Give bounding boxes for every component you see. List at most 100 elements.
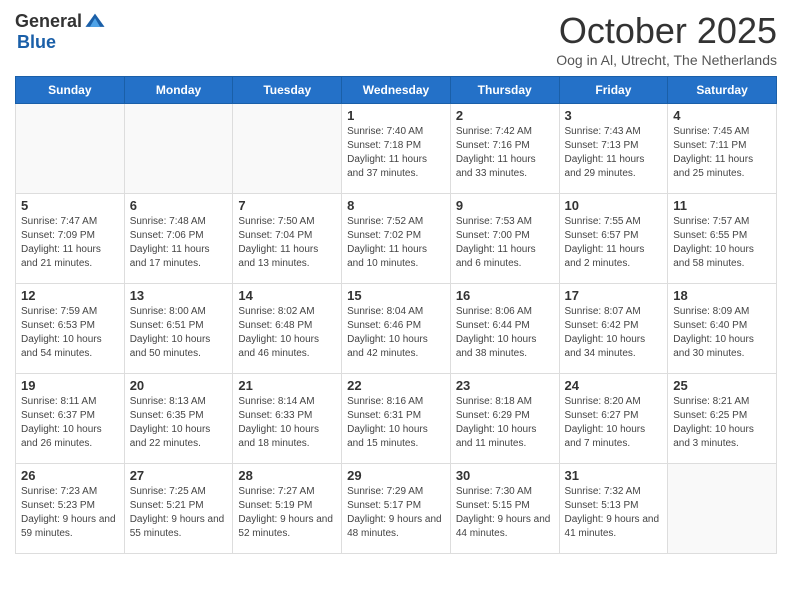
calendar-week-1: 1 Sunrise: 7:40 AM Sunset: 7:18 PM Daylig… (16, 104, 777, 194)
calendar-cell: 18 Sunrise: 8:09 AM Sunset: 6:40 PM Dayli… (668, 284, 777, 374)
calendar-cell: 13 Sunrise: 8:00 AM Sunset: 6:51 PM Dayli… (124, 284, 233, 374)
day-info: Sunrise: 7:48 AM Sunset: 7:06 PM Dayligh… (130, 215, 228, 271)
day-number: 13 (130, 288, 228, 303)
day-info: Sunrise: 7:50 AM Sunset: 7:04 PM Dayligh… (238, 215, 336, 271)
calendar-cell (124, 104, 233, 194)
day-info: Sunrise: 7:32 AM Sunset: 5:13 PM Dayligh… (565, 485, 663, 541)
day-number: 29 (347, 468, 445, 483)
day-info: Sunrise: 8:07 AM Sunset: 6:42 PM Dayligh… (565, 305, 663, 361)
col-header-friday: Friday (559, 77, 668, 104)
calendar-cell: 16 Sunrise: 8:06 AM Sunset: 6:44 PM Dayli… (450, 284, 559, 374)
calendar-cell: 27 Sunrise: 7:25 AM Sunset: 5:21 PM Dayli… (124, 464, 233, 554)
day-number: 10 (565, 198, 663, 213)
day-number: 4 (673, 108, 771, 123)
calendar-cell: 22 Sunrise: 8:16 AM Sunset: 6:31 PM Dayli… (342, 374, 451, 464)
day-number: 26 (21, 468, 119, 483)
calendar-week-5: 26 Sunrise: 7:23 AM Sunset: 5:23 PM Dayli… (16, 464, 777, 554)
day-number: 11 (673, 198, 771, 213)
day-info: Sunrise: 8:18 AM Sunset: 6:29 PM Dayligh… (456, 395, 554, 451)
calendar-cell: 10 Sunrise: 7:55 AM Sunset: 6:57 PM Dayli… (559, 194, 668, 284)
col-header-monday: Monday (124, 77, 233, 104)
day-info: Sunrise: 7:59 AM Sunset: 6:53 PM Dayligh… (21, 305, 119, 361)
day-number: 28 (238, 468, 336, 483)
day-info: Sunrise: 7:23 AM Sunset: 5:23 PM Dayligh… (21, 485, 119, 541)
day-info: Sunrise: 7:42 AM Sunset: 7:16 PM Dayligh… (456, 125, 554, 181)
calendar-cell: 4 Sunrise: 7:45 AM Sunset: 7:11 PM Daylig… (668, 104, 777, 194)
day-info: Sunrise: 8:16 AM Sunset: 6:31 PM Dayligh… (347, 395, 445, 451)
day-number: 8 (347, 198, 445, 213)
col-header-saturday: Saturday (668, 77, 777, 104)
calendar-table: SundayMondayTuesdayWednesdayThursdayFrid… (15, 76, 777, 554)
day-info: Sunrise: 8:20 AM Sunset: 6:27 PM Dayligh… (565, 395, 663, 451)
day-info: Sunrise: 7:30 AM Sunset: 5:15 PM Dayligh… (456, 485, 554, 541)
day-number: 9 (456, 198, 554, 213)
day-number: 17 (565, 288, 663, 303)
day-number: 23 (456, 378, 554, 393)
calendar-cell (233, 104, 342, 194)
day-number: 21 (238, 378, 336, 393)
logo-blue-text: Blue (17, 32, 56, 52)
location-text: Oog in Al, Utrecht, The Netherlands (556, 52, 777, 68)
logo: General Blue (15, 10, 106, 53)
day-number: 20 (130, 378, 228, 393)
day-info: Sunrise: 7:40 AM Sunset: 7:18 PM Dayligh… (347, 125, 445, 181)
calendar-week-3: 12 Sunrise: 7:59 AM Sunset: 6:53 PM Dayli… (16, 284, 777, 374)
calendar-cell: 8 Sunrise: 7:52 AM Sunset: 7:02 PM Daylig… (342, 194, 451, 284)
col-header-sunday: Sunday (16, 77, 125, 104)
calendar-cell: 17 Sunrise: 8:07 AM Sunset: 6:42 PM Dayli… (559, 284, 668, 374)
day-number: 1 (347, 108, 445, 123)
day-number: 18 (673, 288, 771, 303)
day-info: Sunrise: 8:11 AM Sunset: 6:37 PM Dayligh… (21, 395, 119, 451)
calendar-cell: 2 Sunrise: 7:42 AM Sunset: 7:16 PM Daylig… (450, 104, 559, 194)
day-number: 15 (347, 288, 445, 303)
day-number: 6 (130, 198, 228, 213)
day-info: Sunrise: 8:00 AM Sunset: 6:51 PM Dayligh… (130, 305, 228, 361)
day-info: Sunrise: 8:04 AM Sunset: 6:46 PM Dayligh… (347, 305, 445, 361)
col-header-thursday: Thursday (450, 77, 559, 104)
calendar-cell: 6 Sunrise: 7:48 AM Sunset: 7:06 PM Daylig… (124, 194, 233, 284)
day-number: 27 (130, 468, 228, 483)
title-block: October 2025 Oog in Al, Utrecht, The Net… (556, 10, 777, 68)
calendar-cell: 28 Sunrise: 7:27 AM Sunset: 5:19 PM Dayli… (233, 464, 342, 554)
calendar-cell: 23 Sunrise: 8:18 AM Sunset: 6:29 PM Dayli… (450, 374, 559, 464)
day-number: 31 (565, 468, 663, 483)
day-info: Sunrise: 7:57 AM Sunset: 6:55 PM Dayligh… (673, 215, 771, 271)
day-info: Sunrise: 8:09 AM Sunset: 6:40 PM Dayligh… (673, 305, 771, 361)
day-number: 2 (456, 108, 554, 123)
day-number: 22 (347, 378, 445, 393)
calendar-cell: 15 Sunrise: 8:04 AM Sunset: 6:46 PM Dayli… (342, 284, 451, 374)
day-number: 3 (565, 108, 663, 123)
day-info: Sunrise: 8:13 AM Sunset: 6:35 PM Dayligh… (130, 395, 228, 451)
calendar-cell: 14 Sunrise: 8:02 AM Sunset: 6:48 PM Dayli… (233, 284, 342, 374)
day-info: Sunrise: 8:02 AM Sunset: 6:48 PM Dayligh… (238, 305, 336, 361)
day-info: Sunrise: 7:45 AM Sunset: 7:11 PM Dayligh… (673, 125, 771, 181)
day-number: 16 (456, 288, 554, 303)
day-info: Sunrise: 7:52 AM Sunset: 7:02 PM Dayligh… (347, 215, 445, 271)
day-info: Sunrise: 8:14 AM Sunset: 6:33 PM Dayligh… (238, 395, 336, 451)
day-info: Sunrise: 7:27 AM Sunset: 5:19 PM Dayligh… (238, 485, 336, 541)
day-number: 12 (21, 288, 119, 303)
calendar-cell: 9Sunrise: 7:53 AM Sunset: 7:00 PM Daylig… (450, 194, 559, 284)
day-info: Sunrise: 7:25 AM Sunset: 5:21 PM Dayligh… (130, 485, 228, 541)
calendar-cell (668, 464, 777, 554)
day-number: 19 (21, 378, 119, 393)
logo-icon (84, 10, 106, 32)
calendar-cell: 7Sunrise: 7:50 AM Sunset: 7:04 PM Daylig… (233, 194, 342, 284)
day-info: Sunrise: 7:29 AM Sunset: 5:17 PM Dayligh… (347, 485, 445, 541)
day-number: 5 (21, 198, 119, 213)
day-info: Sunrise: 7:55 AM Sunset: 6:57 PM Dayligh… (565, 215, 663, 271)
page-header: General Blue October 2025 Oog in Al, Utr… (15, 10, 777, 68)
calendar-cell: 11 Sunrise: 7:57 AM Sunset: 6:55 PM Dayli… (668, 194, 777, 284)
calendar-cell: 21 Sunrise: 8:14 AM Sunset: 6:33 PM Dayli… (233, 374, 342, 464)
day-number: 24 (565, 378, 663, 393)
day-number: 14 (238, 288, 336, 303)
calendar-cell: 3Sunrise: 7:43 AM Sunset: 7:13 PM Daylig… (559, 104, 668, 194)
calendar-cell: 1 Sunrise: 7:40 AM Sunset: 7:18 PM Daylig… (342, 104, 451, 194)
calendar-cell (16, 104, 125, 194)
calendar-cell: 24 Sunrise: 8:20 AM Sunset: 6:27 PM Dayli… (559, 374, 668, 464)
col-header-wednesday: Wednesday (342, 77, 451, 104)
calendar-header-row: SundayMondayTuesdayWednesdayThursdayFrid… (16, 77, 777, 104)
day-info: Sunrise: 8:06 AM Sunset: 6:44 PM Dayligh… (456, 305, 554, 361)
calendar-cell: 12 Sunrise: 7:59 AM Sunset: 6:53 PM Dayli… (16, 284, 125, 374)
calendar-cell: 25Sunrise: 8:21 AM Sunset: 6:25 PM Dayli… (668, 374, 777, 464)
